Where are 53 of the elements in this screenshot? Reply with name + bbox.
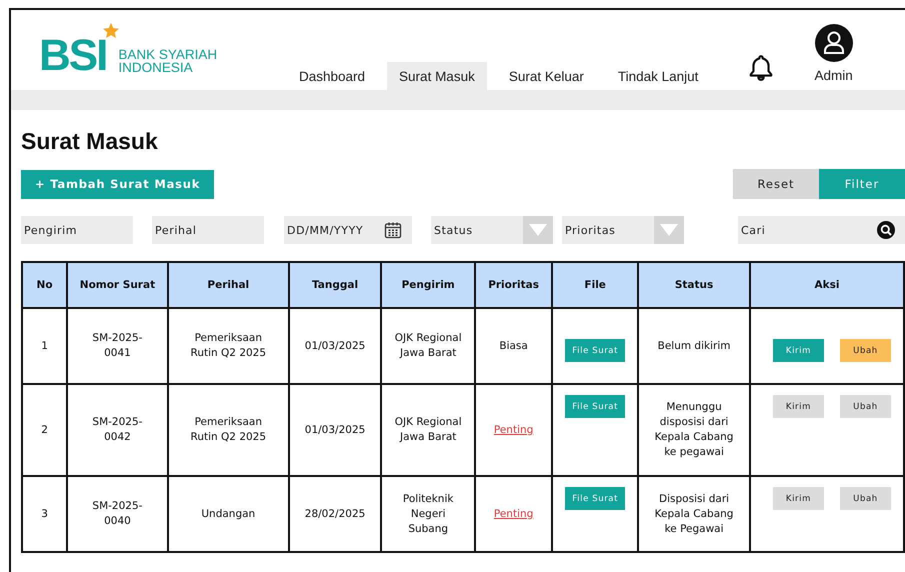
- table-cell: OJK Regional Jawa Barat: [381, 308, 476, 384]
- priority-text: Biasa: [499, 340, 528, 352]
- bank-name: BANK SYARIAH INDONESIA: [118, 48, 218, 74]
- nav-tab[interactable]: Dashboard: [287, 62, 378, 90]
- table-cell: Pemeriksaan Rutin Q2 2025: [168, 384, 289, 476]
- priority-link[interactable]: Penting: [494, 508, 534, 520]
- table-cell: 2: [22, 384, 68, 476]
- nav-tab[interactable]: Surat Keluar: [496, 62, 596, 90]
- column-header: Aksi: [750, 262, 904, 308]
- table-cell: SM-2025-0040: [67, 476, 168, 552]
- select-field[interactable]: Prioritas: [562, 216, 654, 244]
- column-header: Prioritas: [475, 262, 552, 308]
- table-cell: SM-2025-0041: [67, 308, 168, 384]
- date-field[interactable]: DD/MM/YYYY: [284, 216, 412, 244]
- column-header: Tanggal: [288, 262, 382, 308]
- table-cell: 01/03/2025: [288, 384, 382, 476]
- column-header: File: [552, 262, 638, 308]
- table-cell: 28/02/2025: [288, 476, 382, 552]
- select-field[interactable]: Status: [431, 216, 523, 244]
- table-cell: OJK Regional Jawa Barat: [381, 384, 476, 476]
- user-avatar-icon[interactable]: [814, 24, 853, 62]
- nav-tab[interactable]: Tindak Lanjut: [606, 62, 710, 90]
- page-title: Surat Masuk: [21, 128, 159, 155]
- dropdown-arrow-icon: [660, 224, 678, 236]
- column-header: Nomor Surat: [67, 262, 168, 308]
- text-field[interactable]: Pengirim: [21, 216, 133, 244]
- column-header: No: [22, 262, 68, 308]
- bell-icon[interactable]: [748, 54, 774, 82]
- priority-link[interactable]: Penting: [494, 424, 534, 436]
- table-cell: 1: [22, 308, 68, 384]
- table-cell: Undangan: [168, 476, 289, 552]
- table-cell: Pemeriksaan Rutin Q2 2025: [168, 308, 289, 384]
- table-cell: 01/03/2025: [288, 308, 382, 384]
- search-field[interactable]: Cari: [738, 216, 905, 244]
- star-icon: [102, 22, 120, 40]
- table-cell: Politeknik Negeri Subang: [381, 476, 476, 552]
- calendar-icon[interactable]: [384, 221, 402, 239]
- dropdown-arrow-icon: [529, 224, 547, 236]
- table-cell: Belum dikirim: [638, 308, 750, 384]
- table-cell: Disposisi dari Kepala Cabang ke Pegawai: [638, 476, 750, 552]
- search-icon[interactable]: [877, 221, 895, 239]
- column-header: Pengirim: [381, 262, 476, 308]
- reset-button[interactable]: Reset: [733, 169, 819, 199]
- table-cell: Menunggu disposisi dari Kepala Cabang ke pegawai: [638, 384, 750, 476]
- table-cell: SM-2025-0042: [67, 384, 168, 476]
- text-field[interactable]: Perihal: [152, 216, 264, 244]
- column-header: Perihal: [168, 262, 289, 308]
- logo-mark: BSI: [39, 36, 106, 76]
- nav-tab[interactable]: Surat Masuk: [387, 62, 487, 90]
- user-name: Admin: [814, 68, 853, 83]
- edit-button[interactable]: Ubah: [840, 339, 891, 362]
- column-header: Status: [638, 262, 750, 308]
- table-cell: 3: [22, 476, 68, 552]
